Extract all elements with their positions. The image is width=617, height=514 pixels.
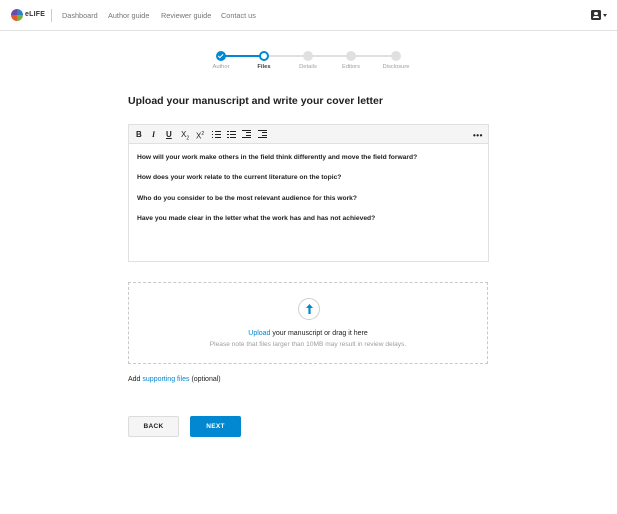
indent-decrease-icon[interactable] bbox=[242, 130, 251, 139]
supporting-suffix: (optional) bbox=[189, 376, 221, 383]
prompt-line: Who do you consider to be the most relev… bbox=[137, 195, 357, 202]
cover-letter-editor[interactable]: B I U X2 X2 How will your work make othe bbox=[128, 124, 489, 262]
chevron-down-icon[interactable] bbox=[603, 14, 607, 17]
more-options-icon[interactable]: ••• bbox=[473, 131, 483, 140]
editor-toolbar: B I U X2 X2 bbox=[129, 125, 488, 144]
subscript-button[interactable]: X2 bbox=[181, 129, 189, 142]
step-disclosure-icon bbox=[391, 51, 401, 61]
top-header: eLIFE Dashboard Author guide Reviewer gu… bbox=[0, 0, 617, 31]
prompt-line: How will your work make others in the fi… bbox=[137, 154, 418, 161]
step-details-icon bbox=[303, 51, 313, 61]
supporting-files-row: Add supporting files (optional) bbox=[128, 376, 221, 383]
upload-arrow-icon bbox=[305, 303, 313, 314]
upload-size-note: Please note that files larger than 10MB … bbox=[209, 341, 407, 348]
header-divider bbox=[51, 9, 52, 22]
upload-instructions-text: your manuscript or drag it here bbox=[270, 330, 368, 337]
upload-link[interactable]: Upload bbox=[248, 330, 270, 337]
nav-contact-us[interactable]: Contact us bbox=[221, 11, 256, 20]
step-connector-pending bbox=[264, 55, 396, 57]
step-label-disclosure: Disclosure bbox=[382, 64, 410, 70]
italic-button[interactable]: I bbox=[152, 129, 155, 140]
step-connector-completed bbox=[221, 55, 264, 57]
nav-reviewer-guide[interactable]: Reviewer guide bbox=[161, 11, 211, 20]
page-title: Upload your manuscript and write your co… bbox=[128, 95, 383, 107]
supporting-prefix: Add bbox=[128, 376, 143, 383]
supporting-files-link[interactable]: supporting files bbox=[142, 376, 189, 383]
next-button[interactable]: NEXT bbox=[190, 416, 241, 437]
prompt-line: How does your work relate to the current… bbox=[137, 174, 342, 181]
step-label-files: Files bbox=[257, 64, 271, 70]
bullet-list-icon[interactable] bbox=[212, 130, 221, 138]
nav-author-guide[interactable]: Author guide bbox=[108, 11, 149, 20]
underline-button[interactable]: U bbox=[166, 129, 172, 140]
step-editors-icon bbox=[346, 51, 356, 61]
elife-logo-icon[interactable] bbox=[11, 9, 23, 21]
prompt-line: Have you made clear in the letter what t… bbox=[137, 215, 376, 222]
back-button[interactable]: BACK bbox=[128, 416, 179, 437]
bold-button[interactable]: B bbox=[136, 129, 142, 140]
nav-dashboard[interactable]: Dashboard bbox=[62, 11, 98, 20]
upload-button[interactable] bbox=[298, 298, 320, 320]
user-account-icon[interactable] bbox=[591, 10, 601, 20]
indent-increase-icon[interactable] bbox=[258, 130, 267, 139]
step-label-editors: Editors bbox=[341, 64, 361, 70]
manuscript-dropzone[interactable]: Upload your manuscript or drag it here P… bbox=[128, 282, 488, 364]
step-files-current-icon bbox=[259, 51, 269, 61]
numbered-list-icon[interactable] bbox=[227, 130, 236, 138]
upload-instructions: Upload your manuscript or drag it here bbox=[129, 330, 487, 337]
logo-text[interactable]: eLIFE bbox=[25, 11, 45, 18]
superscript-button[interactable]: X2 bbox=[196, 129, 204, 141]
step-author-done-icon bbox=[216, 51, 226, 61]
